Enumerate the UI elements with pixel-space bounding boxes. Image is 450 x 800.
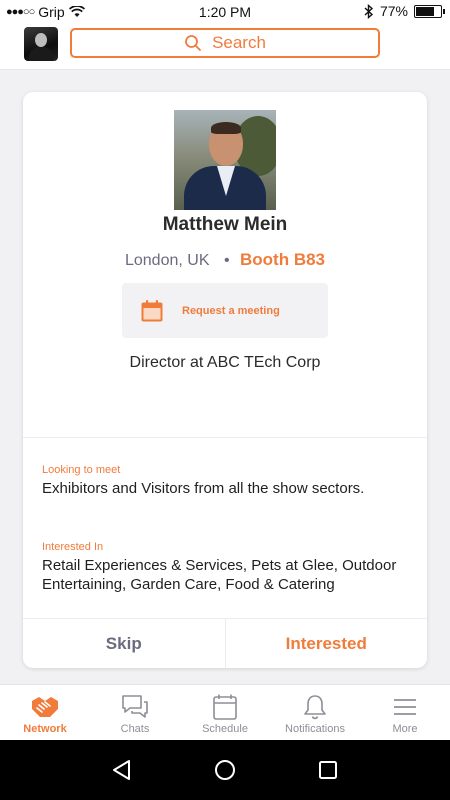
looking-to-meet-label: Looking to meet (42, 464, 121, 476)
separator-dot: • (223, 252, 230, 269)
location-row: London, UK • Booth B83 (23, 250, 427, 270)
battery-percent: 77% (379, 3, 408, 19)
avatar-body-shape (29, 47, 53, 61)
chat-bubbles-icon (122, 695, 148, 718)
system-nav-bar (0, 740, 450, 800)
status-right: 77% (364, 3, 445, 19)
section-divider (23, 437, 427, 438)
calendar-icon (213, 694, 237, 720)
tab-chats-label: Chats (120, 723, 150, 735)
tab-network[interactable]: Network (0, 685, 90, 740)
tab-notifications[interactable]: Notifications (270, 685, 360, 740)
battery-icon (414, 4, 445, 18)
profile-name: Matthew Mein (162, 214, 288, 235)
tab-chats[interactable]: Chats (90, 685, 180, 740)
calendar-icon (141, 299, 163, 321)
profile-card: Matthew Mein London, UK • Booth B83 Requ… (23, 92, 427, 668)
home-icon[interactable] (213, 758, 237, 782)
top-bar: Search (0, 24, 450, 70)
search-placeholder: Search (212, 33, 266, 52)
booth-number[interactable]: Booth B83 (240, 250, 325, 269)
bell-icon (304, 695, 326, 720)
search-icon (185, 35, 201, 51)
profile-location: London, UK (124, 252, 210, 269)
interested-button[interactable]: Interested (226, 619, 428, 668)
tab-network-label: Network (23, 723, 67, 735)
menu-icon (394, 699, 416, 715)
tab-schedule[interactable]: Schedule (180, 685, 270, 740)
profile-photo (174, 110, 276, 210)
avatar-head-shape (35, 33, 47, 47)
bluetooth-icon (364, 3, 374, 19)
tab-more[interactable]: More (360, 685, 450, 740)
photo-hair-shape (211, 122, 241, 134)
tab-schedule-label: Schedule (202, 723, 248, 735)
card-actions: Skip Interested (23, 618, 427, 668)
recent-apps-icon[interactable] (316, 758, 340, 782)
search-bar[interactable]: Search (70, 28, 380, 58)
tab-notifications-label: Notifications (285, 723, 345, 735)
interested-in-label: Interested In (42, 541, 104, 553)
job-title: Director at ABC TEch Corp (129, 354, 321, 371)
tab-bar: Network Chats Schedule Notifications Mor… (0, 684, 450, 740)
request-meeting-label: Request a meeting (182, 304, 280, 317)
request-meeting-button[interactable]: Request a meeting (122, 283, 328, 338)
looking-to-meet-text: Exhibitors and Visitors from all the sho… (42, 480, 365, 497)
handshake-icon (32, 697, 58, 717)
interested-in-text: Retail Experiences & Services, Pets at G… (42, 557, 397, 593)
back-icon[interactable] (110, 758, 134, 782)
status-bar: ●●●○○ Grip 1:20 PM 77% (0, 0, 450, 24)
tab-more-label: More (392, 723, 418, 735)
user-avatar[interactable] (24, 27, 58, 61)
battery-fill (416, 6, 434, 16)
skip-button[interactable]: Skip (23, 619, 226, 668)
